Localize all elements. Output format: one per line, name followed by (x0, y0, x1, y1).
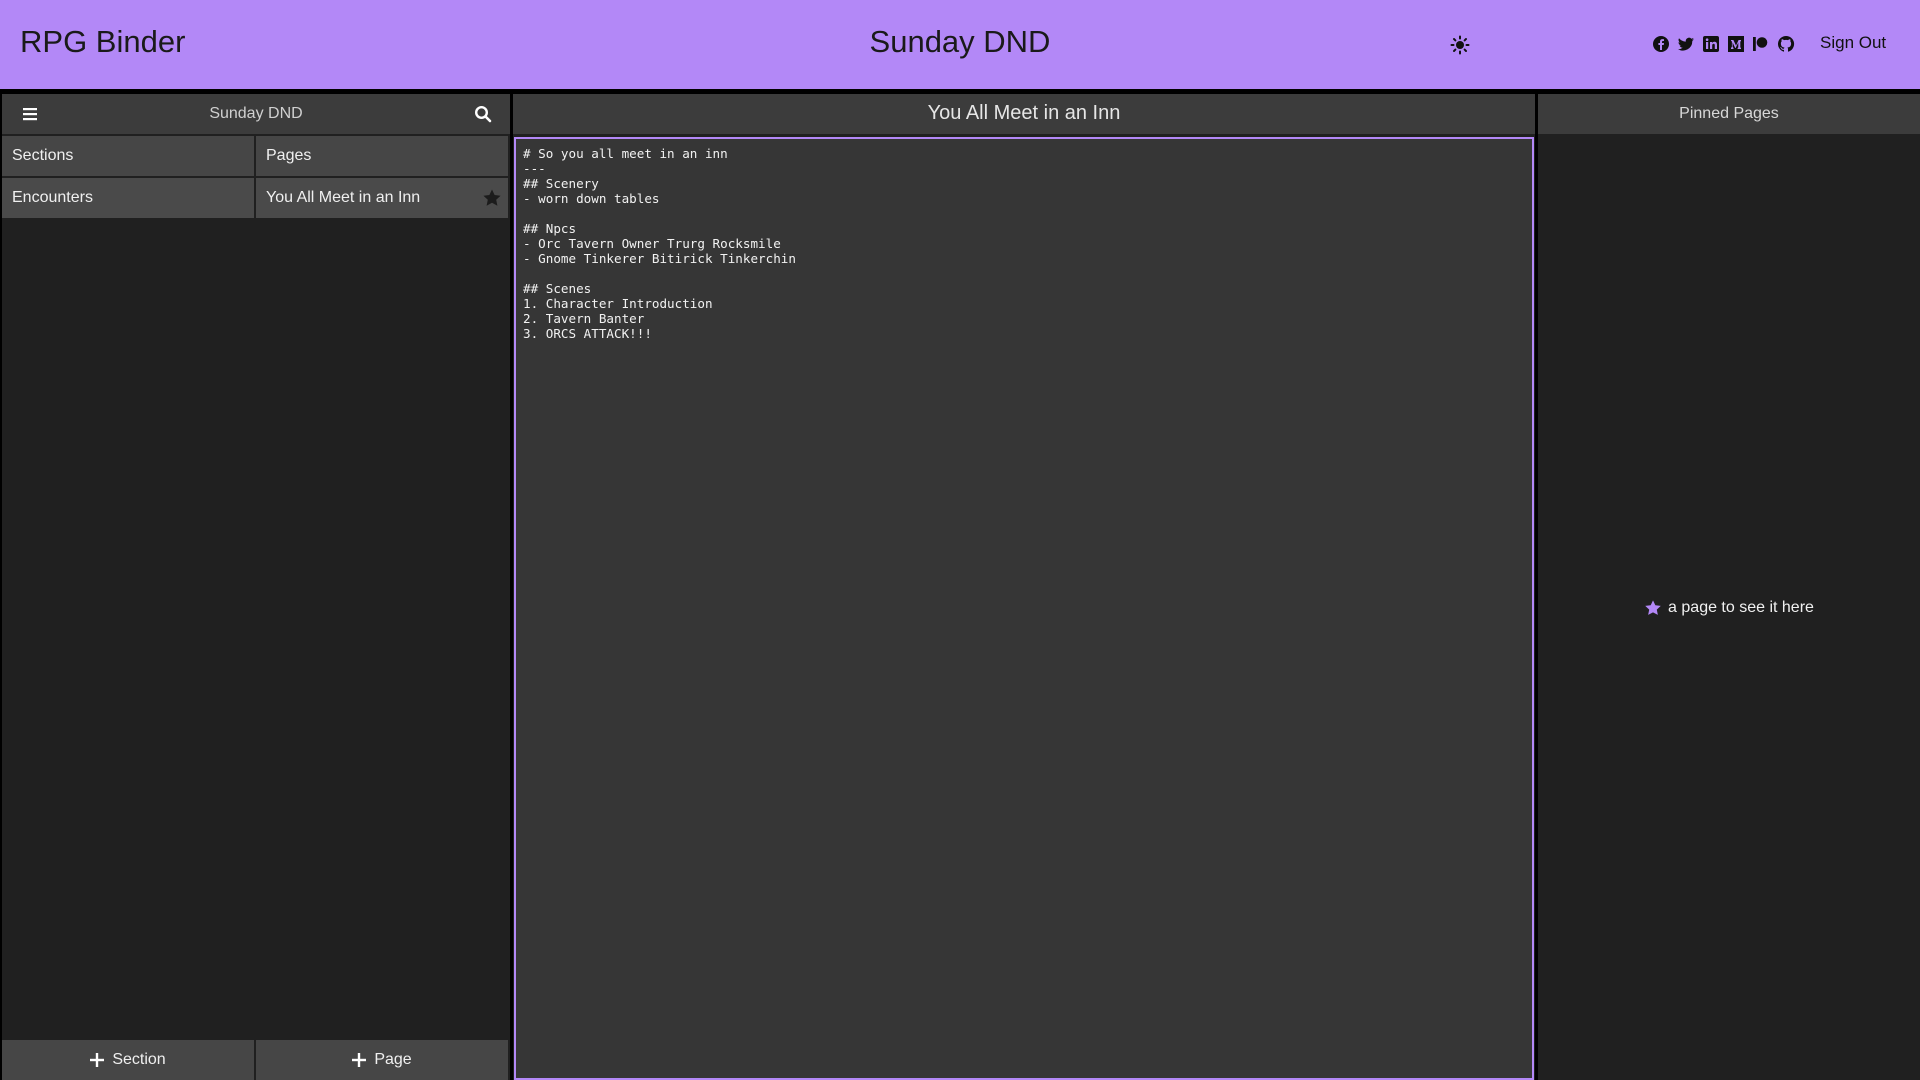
page-item-label: You All Meet in an Inn (266, 189, 421, 206)
linkedin-icon[interactable] (1702, 35, 1720, 53)
twitter-icon[interactable] (1677, 35, 1695, 53)
binder-title: Sunday DND (209, 105, 303, 122)
pinned-pages-title: Pinned Pages (1538, 94, 1920, 134)
star-icon[interactable] (482, 188, 502, 208)
patreon-icon[interactable] (1751, 35, 1769, 53)
top-app-bar: RPG Binder Sunday DND Sign Out (0, 0, 1920, 89)
add-page-label: Page (374, 1051, 412, 1068)
star-icon (1645, 600, 1661, 615)
pinned-empty-state: a page to see it here (1538, 599, 1920, 617)
hamburger-menu-icon[interactable] (20, 104, 40, 124)
plus-icon (352, 1053, 367, 1067)
facebook-icon[interactable] (1652, 35, 1670, 53)
search-icon[interactable] (473, 104, 493, 124)
pinned-pages-panel: Pinned Pages a page to see it here (1538, 94, 1920, 1080)
pinned-empty-message: a page to see it here (1668, 599, 1814, 616)
add-page-button[interactable]: Page (256, 1040, 508, 1080)
page-item-you-all-meet-in-an-inn[interactable]: You All Meet in an Inn (256, 178, 508, 218)
section-item-encounters[interactable]: Encounters (2, 178, 254, 218)
navigation-toolbar: Sunday DND (2, 94, 510, 134)
campaign-title: Sunday DND (869, 24, 1051, 59)
editor-panel: You All Meet in an Inn # So you all meet… (513, 94, 1535, 1080)
campaign-title-container: Sunday DND (0, 24, 1920, 60)
github-icon[interactable] (1777, 35, 1795, 53)
app-title[interactable]: RPG Binder (20, 24, 185, 60)
sections-header: Sections (2, 136, 254, 176)
page-title[interactable]: You All Meet in an Inn (513, 94, 1535, 134)
section-item-label: Encounters (12, 189, 93, 206)
sun-icon[interactable] (1450, 35, 1470, 55)
markdown-editor[interactable]: # So you all meet in an inn --- ## Scene… (514, 137, 1534, 1080)
medium-icon[interactable] (1727, 35, 1745, 53)
add-section-label: Section (112, 1051, 166, 1068)
pages-header: Pages (256, 136, 508, 176)
plus-icon (90, 1053, 105, 1067)
navigation-panel: Sunday DND Sections Pages Encounters You… (2, 94, 510, 1080)
sign-out-button[interactable]: Sign Out (1820, 33, 1886, 53)
add-section-button[interactable]: Section (2, 1040, 254, 1080)
